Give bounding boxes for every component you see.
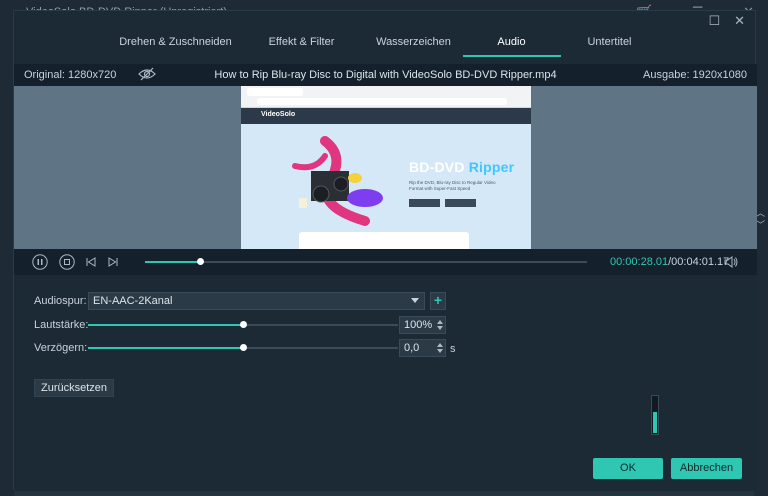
- stop-icon[interactable]: [59, 254, 75, 270]
- dialog-window-controls: ☐ ✕: [708, 13, 745, 29]
- chevron-down-icon: [411, 298, 419, 303]
- audio-track-select[interactable]: EN-AAC-2Kanal: [88, 292, 425, 310]
- audio-level-meter: [651, 395, 659, 435]
- seek-bar-fill: [145, 261, 200, 263]
- tab-bar: Drehen & Zuschneiden Effekt & Filter Was…: [14, 29, 757, 59]
- plus-icon: +: [433, 292, 443, 308]
- video-hero-subtitle: Rip the DVD, Blu-ray Disc to Regular Vid…: [409, 180, 496, 191]
- total-time: /00:04:01.17: [668, 256, 730, 268]
- video-browser-tab: [247, 88, 303, 96]
- video-hero-button-2: [445, 199, 476, 207]
- maximize-icon[interactable]: ☐: [708, 13, 720, 29]
- add-audio-track-button[interactable]: +: [430, 292, 446, 310]
- delay-stepper[interactable]: 0,0: [399, 339, 446, 357]
- tab-audio[interactable]: Audio: [462, 29, 561, 59]
- video-browser-url: [257, 98, 507, 105]
- delay-slider-thumb[interactable]: [240, 344, 247, 351]
- stepper-up-icon[interactable]: [437, 343, 443, 347]
- video-hero-title-main: BD-DVD: [409, 159, 465, 175]
- tab-effect-filter[interactable]: Effekt & Filter: [239, 29, 365, 59]
- cancel-button[interactable]: Abbrechen: [671, 458, 742, 479]
- stepper-down-icon[interactable]: [437, 326, 443, 330]
- current-time: 00:00:28.01: [610, 256, 669, 268]
- volume-slider-thumb[interactable]: [240, 321, 247, 328]
- seek-bar-thumb[interactable]: [196, 258, 204, 265]
- edit-dialog: ☐ ✕ Drehen & Zuschneiden Effekt & Filter…: [13, 10, 757, 491]
- stepper-up-icon[interactable]: [437, 320, 443, 324]
- video-hero-title: BD-DVD Ripper: [409, 159, 514, 175]
- video-browser-chrome: [241, 86, 531, 108]
- background-left-panel: [0, 26, 14, 496]
- video-site-nav: VideoSolo: [241, 108, 531, 124]
- volume-slider-fill: [88, 324, 243, 326]
- tab-subtitle[interactable]: Untertitel: [561, 29, 659, 59]
- video-hero-card: [299, 232, 469, 249]
- volume-stepper[interactable]: 100%: [399, 316, 446, 334]
- video-site-logo: VideoSolo: [261, 111, 296, 118]
- video-hero-title-accent: Ripper: [468, 159, 515, 175]
- video-hero-button-1: [409, 199, 440, 207]
- audio-track-value: EN-AAC-2Kanal: [93, 295, 173, 307]
- delay-slider[interactable]: [88, 344, 398, 351]
- volume-label: Lautstärke:: [34, 319, 89, 331]
- info-bar: Original: 1280x720 How to Rip Blu-ray Di…: [14, 64, 757, 86]
- ok-button[interactable]: OK: [593, 458, 663, 479]
- stepper-down-icon[interactable]: [437, 349, 443, 353]
- tab-watermark[interactable]: Wasserzeichen: [365, 29, 463, 59]
- pause-icon[interactable]: [32, 254, 48, 270]
- tab-rotate-crop[interactable]: Drehen & Zuschneiden: [113, 29, 239, 59]
- delay-slider-fill: [88, 347, 243, 349]
- volume-value: 100%: [404, 319, 433, 331]
- delay-value: 0,0: [404, 342, 420, 354]
- output-resolution: Ausgabe: 1920x1080: [643, 69, 747, 81]
- audio-track-label: Audiospur:: [34, 295, 87, 307]
- video-frame: VideoSolo BD-DVD Ripper Rip the DVD, Blu…: [241, 86, 531, 249]
- delay-unit: s: [450, 343, 456, 355]
- playback-controls: 00:00:28.01/00:04:01.17: [14, 249, 757, 275]
- delay-label: Verzögern:: [34, 342, 88, 354]
- chevron-down-icon[interactable]: ﹀: [756, 218, 765, 231]
- volume-slider[interactable]: [88, 321, 398, 328]
- volume-icon[interactable]: [724, 255, 738, 269]
- playback-time: 00:00:28.01/00:04:01.17: [610, 256, 729, 268]
- audio-level-meter-fill: [653, 412, 657, 433]
- video-hero-art: [292, 136, 383, 226]
- reset-button[interactable]: Zurücksetzen: [34, 379, 115, 397]
- video-preview-area: VideoSolo BD-DVD Ripper Rip the DVD, Blu…: [14, 86, 757, 249]
- seek-bar[interactable]: [145, 258, 587, 265]
- skip-back-icon[interactable]: [85, 256, 97, 268]
- dialog-close-icon[interactable]: ✕: [734, 13, 745, 29]
- skip-forward-icon[interactable]: [107, 256, 119, 268]
